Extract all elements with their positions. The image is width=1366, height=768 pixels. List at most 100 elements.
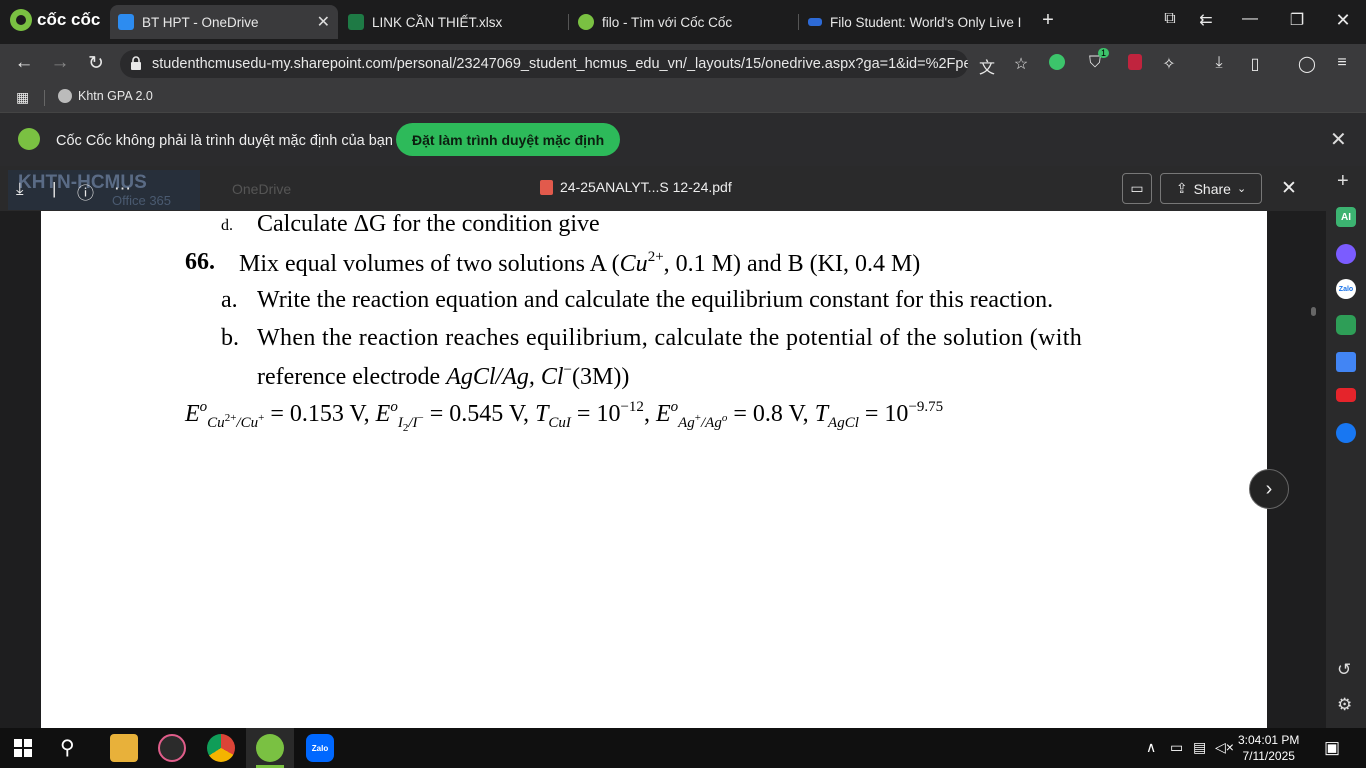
eq-exp3: −12: [620, 399, 644, 415]
infobar-message: Cốc Cốc không phải là trình duyệt mặc đị…: [56, 133, 393, 149]
windows-start-icon[interactable]: [14, 739, 32, 757]
tab-excel[interactable]: LINK CẦN THIẾT.xlsx: [340, 6, 566, 38]
tab-close-icon[interactable]: ✕: [317, 12, 330, 32]
file-title: 24-25ANALYT...S 12-24.pdf: [540, 179, 732, 195]
zalo-icon[interactable]: Zalo: [1336, 279, 1356, 299]
eq-o1: o: [199, 399, 208, 415]
zalo-taskbar-icon[interactable]: Zalo: [306, 734, 334, 762]
eq-val2: = 0.545 V,: [423, 401, 536, 427]
viewer-close-icon[interactable]: ✕: [1281, 177, 1297, 200]
eq-val4: = 0.8 V,: [727, 401, 815, 427]
tab-filo-student[interactable]: Filo Student: World's Only Live In: [800, 6, 1022, 38]
tab-filo-search[interactable]: filo - Tìm với Cốc Cốc: [570, 6, 796, 38]
info-icon[interactable]: ⓘ: [77, 179, 94, 204]
restore-icon[interactable]: ❐: [1285, 10, 1309, 30]
ghost-onedrive-text: OneDrive: [232, 181, 292, 197]
minimize-icon[interactable]: —: [1238, 10, 1262, 28]
search-icon[interactable]: ⚲: [60, 735, 75, 760]
menu-icon[interactable]: ≡: [1331, 54, 1353, 72]
pdf-page: d. Calculate ΔG for the condition give 6…: [41, 211, 1267, 728]
coccoc-taskbar-icon[interactable]: [256, 734, 284, 762]
lock-icon: [131, 56, 141, 70]
pdf-file-icon: [540, 179, 553, 195]
darkmode-icon[interactable]: [1046, 54, 1068, 75]
more-options-icon[interactable]: ⋯: [114, 179, 131, 199]
forward-icon[interactable]: →: [48, 52, 72, 74]
close-window-icon[interactable]: ✕: [1331, 10, 1355, 31]
extensions-icon[interactable]: ✧: [1158, 54, 1180, 74]
comment-button[interactable]: ▭: [1122, 173, 1152, 204]
eq-o3: o: [670, 399, 679, 415]
tab-onedrive[interactable]: BT HPT - OneDrive ✕: [110, 5, 338, 39]
q-text-pre: Mix equal volumes of two solutions A (: [239, 251, 620, 277]
share-label: Share: [1193, 180, 1231, 197]
item-b-text: When the reaction reaches equilibrium, c…: [257, 325, 1083, 351]
settings-gear-icon[interactable]: ⚙: [1337, 695, 1352, 715]
tray-chevron-up-icon[interactable]: ∧: [1146, 739, 1156, 756]
reload-icon[interactable]: ↻: [84, 52, 108, 75]
next-page-button[interactable]: ›: [1249, 469, 1289, 509]
apps-grid-icon[interactable]: ▦: [16, 89, 29, 106]
new-tab-icon[interactable]: +: [1036, 9, 1060, 32]
b-text2-pre: reference electrode: [257, 364, 447, 390]
tab-title: LINK CẦN THIẾT.xlsx: [372, 14, 503, 30]
scroll-indicator[interactable]: [1311, 307, 1316, 316]
item-a-label: a.: [221, 287, 238, 313]
file-explorer-icon[interactable]: [110, 734, 138, 762]
chevron-down-icon: ⌄: [1236, 183, 1247, 195]
bookmark-star-icon[interactable]: ☆: [1010, 54, 1032, 74]
chevron-right-icon: ›: [1265, 477, 1273, 500]
ai-assistant-icon[interactable]: AI: [1336, 207, 1356, 227]
eq-sub3: CuI: [548, 415, 571, 431]
volume-muted-icon[interactable]: ◁×: [1215, 739, 1234, 756]
translate-icon[interactable]: 文: [976, 54, 998, 78]
sidebar-toggle-icon[interactable]: ▯: [1244, 54, 1266, 74]
tab-title: filo - Tìm với Cốc Cốc: [602, 14, 733, 30]
google-translate-icon[interactable]: [1336, 352, 1356, 372]
adblock-shield-icon[interactable]: ⛉ 1: [1084, 48, 1110, 72]
eq-val1: = 0.153 V,: [264, 401, 376, 427]
eq-val5: = 10: [858, 401, 909, 427]
clock-time: 3:04:01 PM: [1238, 733, 1300, 747]
excel-icon: [348, 14, 364, 30]
eq-e2: E: [375, 401, 391, 427]
back-icon[interactable]: ←: [12, 52, 36, 74]
facebook-icon[interactable]: [1336, 423, 1356, 443]
eq-val3: = 10: [570, 401, 621, 427]
infobar-close-icon[interactable]: ✕: [1330, 127, 1347, 152]
back-history-icon[interactable]: ⇇: [1194, 10, 1218, 30]
history-icon[interactable]: ↺: [1337, 660, 1351, 680]
messenger-icon[interactable]: [1336, 244, 1356, 264]
snipping-tool-icon[interactable]: [158, 734, 186, 762]
eq-sub4b: /Ag: [701, 415, 722, 431]
bookmarks-bar: ▦ Khtn GPA 2.0: [0, 84, 1366, 112]
eq-e1: E: [185, 401, 200, 427]
chrome-icon[interactable]: [207, 734, 235, 762]
tab-title: Filo Student: World's Only Live In: [830, 14, 1022, 30]
notifications-icon[interactable]: ▣: [1324, 738, 1340, 758]
share-button[interactable]: ⇪ Share ⌄: [1160, 173, 1262, 204]
profile-icon[interactable]: ◯: [1296, 54, 1318, 74]
download-icon[interactable]: ⤓: [1208, 54, 1230, 72]
bookmark-khtn[interactable]: Khtn GPA 2.0: [58, 89, 153, 103]
taskbar-clock[interactable]: 3:04:01 PM 7/11/2025: [1238, 732, 1299, 764]
address-toolbar: ← → ↻ studenthcmusedu-my.sharepoint.com/…: [0, 44, 1366, 84]
download-file-icon[interactable]: ⤓: [16, 179, 24, 199]
add-panel-icon[interactable]: +: [1337, 170, 1349, 193]
network-icon[interactable]: ▭: [1170, 739, 1183, 756]
tab-separator: [568, 14, 569, 30]
youtube-icon[interactable]: [1336, 388, 1356, 402]
set-default-button[interactable]: Đặt làm trình duyệt mặc định: [396, 123, 621, 156]
screenshot-search-icon[interactable]: ⧉: [1158, 10, 1182, 28]
filo-icon: [808, 18, 822, 26]
coccoc-infobar-icon: [18, 128, 40, 150]
coccoc-logo[interactable]: cốc cốc: [10, 9, 100, 31]
bookmark-divider: [44, 90, 45, 106]
b-text2-math: AgCl/Ag, Cl: [446, 364, 564, 390]
game-icon[interactable]: [1336, 315, 1356, 335]
ublock-icon[interactable]: [1124, 54, 1146, 75]
eq-e3: E: [655, 401, 671, 427]
url-bar[interactable]: studenthcmusedu-my.sharepoint.com/person…: [120, 50, 968, 78]
keyboard-icon[interactable]: ▤: [1193, 739, 1206, 756]
file-name: 24-25ANALYT...S 12-24.pdf: [560, 179, 732, 195]
